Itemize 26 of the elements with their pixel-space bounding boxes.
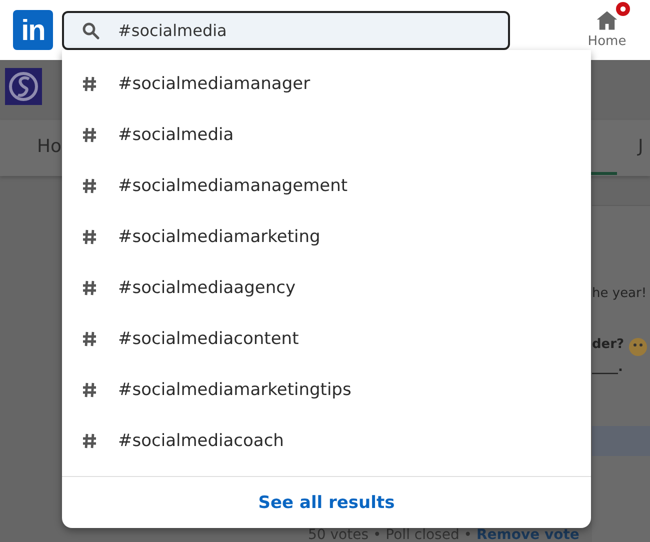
- hashtag-suggestion[interactable]: #socialmediaagency: [62, 262, 591, 313]
- hashtag-suggestion[interactable]: #socialmediacontent: [62, 313, 591, 364]
- home-icon: [596, 10, 618, 31]
- hashtag-icon: [82, 280, 97, 296]
- hashtag-icon: [82, 228, 97, 244]
- hashtag-suggestion[interactable]: #socialmediamarketing: [62, 211, 591, 262]
- hashtag-suggestion[interactable]: #socialmediamanager: [62, 58, 591, 109]
- emoji-icon: [628, 337, 648, 357]
- home-button[interactable]: Home: [586, 10, 628, 49]
- logo[interactable]: in: [13, 10, 53, 50]
- search-icon: [82, 22, 100, 40]
- hashtag-suggestion[interactable]: #socialmedia: [62, 109, 591, 160]
- hashtag-suggestion[interactable]: #socialmediacoach: [62, 415, 591, 466]
- hashtag-icon: [82, 382, 97, 398]
- hashtag-icon: [82, 330, 97, 346]
- post-text: he year!: [592, 286, 647, 301]
- see-all-results-link[interactable]: See all results: [258, 492, 395, 512]
- search-field[interactable]: #socialmedia: [62, 10, 510, 50]
- hashtag-icon: [82, 76, 97, 92]
- hashtag-icon: [82, 126, 97, 142]
- post-text: ____.: [592, 360, 623, 375]
- hashtag-suggestion[interactable]: #socialmediamanagement: [62, 160, 591, 211]
- hashtag-icon: [82, 178, 97, 194]
- post-text: der?: [592, 337, 624, 352]
- hashtag-icon: [82, 432, 97, 448]
- hashtag-suggestion[interactable]: #socialmediamarketingtips: [62, 364, 591, 415]
